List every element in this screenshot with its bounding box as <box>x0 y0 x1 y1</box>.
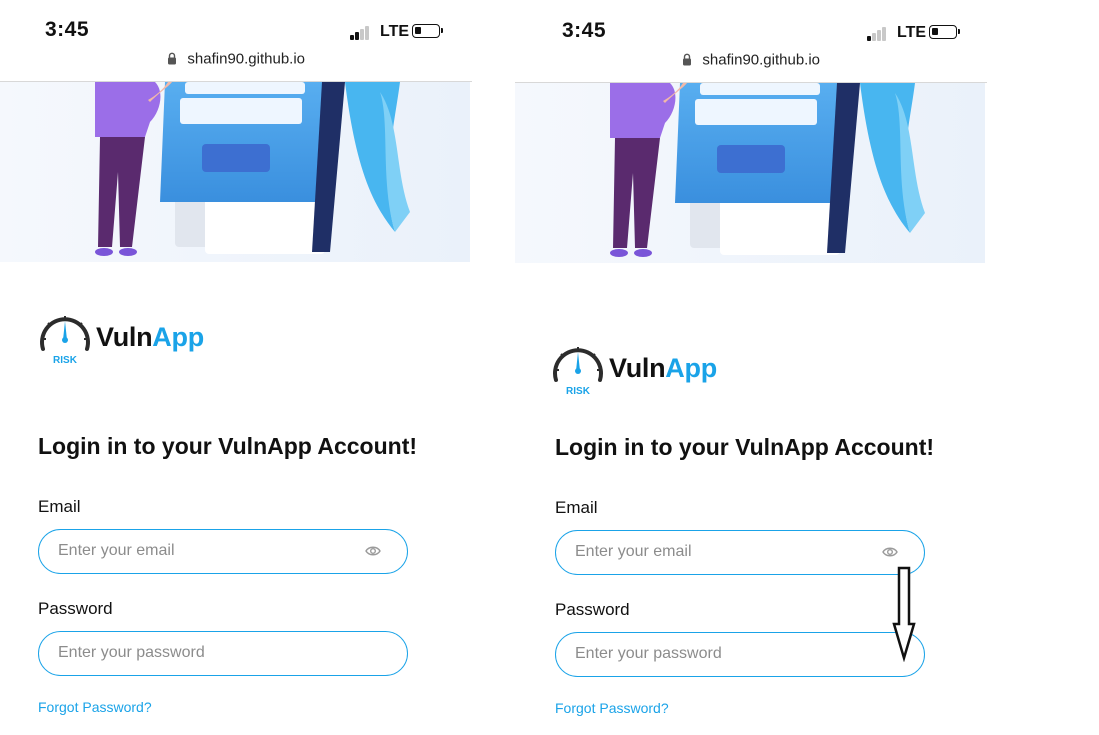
address-bar[interactable]: shafin90.github.io <box>0 50 472 80</box>
logo-word-app: App <box>665 352 717 383</box>
down-arrow-annotation <box>892 566 916 662</box>
email-placeholder: Enter your email <box>58 542 175 559</box>
email-label: Email <box>38 497 81 516</box>
password-field[interactable]: Enter your password <box>38 631 408 676</box>
status-bar: 3:45 LTE <box>515 0 987 48</box>
phone-screen-left: 3:45 LTE shafin90.github.io RISK VulnApp… <box>0 0 472 735</box>
status-time: 3:45 <box>45 18 90 41</box>
phone-screen-right: 3:45 LTE shafin90.github.io RISK VulnApp… <box>515 0 987 735</box>
eye-icon[interactable] <box>365 545 381 557</box>
signal-icon <box>867 26 893 41</box>
battery-icon <box>412 24 443 38</box>
password-placeholder: Enter your password <box>58 644 205 661</box>
battery-icon <box>929 25 960 39</box>
lock-icon <box>167 52 176 65</box>
hero-illustration <box>0 82 470 262</box>
logo-wordmark: VulnApp <box>609 353 717 384</box>
password-placeholder: Enter your password <box>575 645 722 662</box>
password-label: Password <box>38 599 113 618</box>
lock-icon <box>682 53 691 66</box>
email-field[interactable]: Enter your email <box>38 529 408 574</box>
logo-badge-text: RISK <box>53 355 78 365</box>
url-text: shafin90.github.io <box>187 50 306 68</box>
address-bar[interactable]: shafin90.github.io <box>515 51 987 81</box>
password-label: Password <box>555 600 630 619</box>
email-placeholder: Enter your email <box>575 543 692 560</box>
vulnapp-logo: RISK VulnApp <box>36 309 204 365</box>
logo-word-app: App <box>152 321 204 352</box>
hero-illustration <box>515 83 985 263</box>
eye-icon[interactable] <box>882 546 898 558</box>
forgot-password-link[interactable]: Forgot Password? <box>38 699 152 715</box>
url-text: shafin90.github.io <box>702 51 821 69</box>
logo-word-vuln: Vuln <box>609 352 666 383</box>
gauge-icon: RISK <box>553 347 603 396</box>
network-type: LTE <box>897 24 927 41</box>
page-title: Login in to your VulnApp Account! <box>555 434 935 460</box>
logo-word-vuln: Vuln <box>96 321 153 352</box>
vulnapp-logo: RISK VulnApp <box>549 340 717 396</box>
forgot-password-link[interactable]: Forgot Password? <box>555 700 669 716</box>
gauge-icon: RISK <box>40 316 90 365</box>
page-title: Login in to your VulnApp Account! <box>38 433 418 459</box>
password-field[interactable]: Enter your password <box>555 632 925 677</box>
logo-badge-text: RISK <box>566 386 591 396</box>
status-time: 3:45 <box>562 19 607 42</box>
status-bar: 3:45 LTE <box>0 0 472 48</box>
logo-wordmark: VulnApp <box>96 322 204 353</box>
email-field[interactable]: Enter your email <box>555 530 925 575</box>
network-type: LTE <box>380 23 410 40</box>
email-label: Email <box>555 498 598 517</box>
signal-icon <box>350 25 376 40</box>
